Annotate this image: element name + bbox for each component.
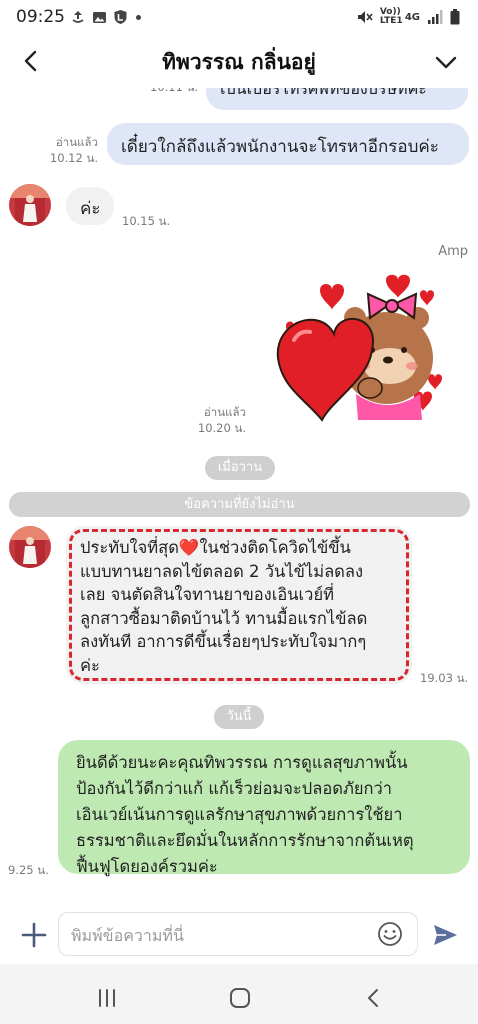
message-bubble-incoming-highlighted[interactable]: ประทับใจที่สุด❤️ในช่วงติดโควิดไข้ขึ้น แบ… — [66, 526, 412, 684]
recent-apps-icon[interactable] — [95, 986, 119, 1010]
message-input[interactable] — [69, 921, 363, 949]
home-icon[interactable] — [228, 986, 252, 1010]
chat-header: ทิพวรรณ กลิ่นอยู่ — [0, 34, 478, 88]
network-type: 4G — [404, 11, 420, 23]
sticker-meta: อ่านแล้ว 10.20 น. — [176, 404, 246, 436]
signal-icon — [428, 10, 443, 24]
unread-divider: ข้อความที่ยังไม่อ่าน — [9, 492, 470, 517]
sender-name: Amp — [438, 244, 468, 259]
line-shield-icon — [114, 10, 127, 24]
contact-avatar[interactable] — [9, 184, 51, 226]
message-bubble-outgoing-partial: เป็นเบอร์โทรศัพท์ของบริษัทค่ะ — [206, 88, 468, 110]
notification-icons — [70, 9, 141, 25]
message-meta-outgoing-1: อ่านแล้ว 10.12 น. — [30, 134, 98, 166]
read-receipt: อ่านแล้ว — [203, 405, 246, 419]
sync-icon — [72, 11, 84, 23]
status-time: 09:25 — [16, 7, 65, 27]
gallery-icon — [93, 11, 106, 23]
more-notifications-dot — [136, 14, 141, 20]
read-receipt: อ่านแล้ว — [55, 135, 98, 149]
message-time: 10.12 น. — [49, 151, 98, 165]
send-icon[interactable] — [431, 921, 459, 949]
mute-icon — [357, 11, 373, 23]
network-label: Vo)) LTE1 — [379, 7, 403, 26]
plus-icon[interactable] — [20, 921, 48, 949]
system-nav-bar — [0, 964, 478, 1024]
message-bubble-incoming[interactable]: ค่ะ — [66, 187, 114, 225]
message-bubble-outgoing[interactable]: เดี๋ยวใกล้ถึงแล้วพนักงานจะโทรหาอีกรอบค่ะ — [107, 123, 469, 165]
message-time: 19.03 น. — [420, 671, 469, 685]
message-text: เดี๋ยวใกล้ถึงแล้วพนักงานจะโทรหาอีกรอบค่ะ — [121, 137, 439, 157]
message-time-partial: 10.11 น. — [150, 88, 198, 97]
avatar-photo — [9, 184, 51, 226]
contact-avatar[interactable] — [9, 526, 51, 568]
message-text: ค่ะ — [80, 199, 101, 219]
message-bubble-reply[interactable]: ยินดีด้วยนะคะคุณทิพวรรณ การดูแลสุขภาพนั้… — [58, 740, 470, 876]
status-bar: 09:25 Vo)) LTE1 4G — [0, 0, 478, 34]
back-nav-icon[interactable] — [362, 986, 386, 1010]
battery-icon — [450, 9, 460, 25]
emoji-icon[interactable] — [377, 921, 403, 947]
avatar-photo — [9, 526, 51, 568]
message-time: 10.20 น. — [197, 421, 246, 435]
chevron-down-icon[interactable] — [432, 48, 460, 76]
message-time: 9.25 น. — [8, 863, 49, 877]
message-text: ยินดีด้วยนะคะคุณทิพวรรณ การดูแลสุขภาพนั้… — [76, 753, 414, 876]
date-separator-today: วันนี้ — [214, 705, 264, 729]
message-text: ประทับใจที่สุด❤️ในช่วงติดโควิดไข้ขึ้น แบ… — [80, 538, 368, 675]
message-input-box[interactable] — [58, 912, 418, 956]
sticker-brown-bear-heart[interactable] — [272, 270, 452, 430]
date-separator-yesterday: เมื่อวาน — [205, 456, 275, 480]
bear-heart-sticker-icon — [276, 274, 442, 422]
message-composer — [0, 906, 478, 964]
message-time: 10.15 น. — [122, 214, 171, 228]
system-icons: Vo)) LTE1 4G — [356, 8, 460, 26]
contact-name: ทิพวรรณ กลิ่นอยู่ — [162, 50, 316, 74]
